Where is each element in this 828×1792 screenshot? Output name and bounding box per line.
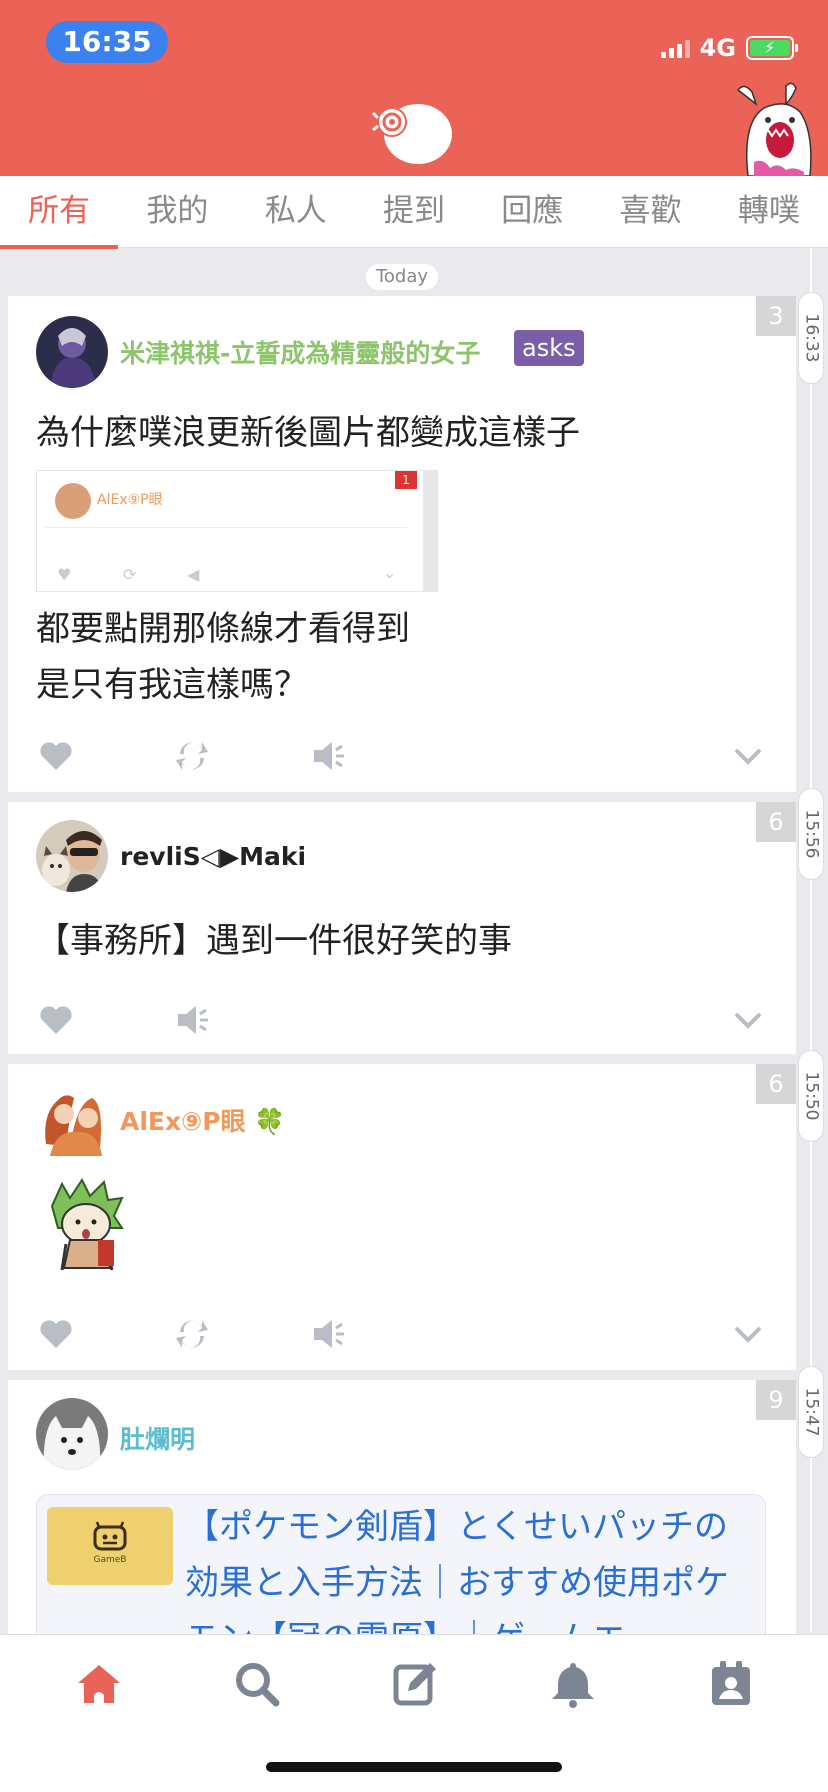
status-indicators: 4G ⚡ xyxy=(660,34,798,62)
chevron-down-icon[interactable] xyxy=(728,1314,768,1354)
plurk-content: 【事務所】遇到一件很好笑的事 xyxy=(36,921,512,961)
heart-icon[interactable] xyxy=(36,736,76,776)
mute-icon[interactable] xyxy=(308,736,348,776)
author-name[interactable]: 米津祺祺-立誓成為精靈般的女子 xyxy=(120,334,480,370)
plurk-logo-icon[interactable] xyxy=(372,98,454,168)
response-count-badge[interactable]: 6 xyxy=(756,1064,796,1104)
plurk-actions xyxy=(36,1314,768,1354)
scrollbar xyxy=(423,471,437,591)
mute-icon[interactable] xyxy=(172,1000,212,1040)
response-count-badge[interactable]: 3 xyxy=(756,296,796,336)
search-icon[interactable] xyxy=(232,1659,282,1709)
link-preview[interactable]: GameB 【ポケモン剣盾】とくせいパッチの効果と入手方法｜おすすめ使用ポケモン… xyxy=(36,1494,766,1634)
battery-icon: ⚡ xyxy=(746,36,798,60)
heart-icon[interactable] xyxy=(36,1000,76,1040)
response-count-badge[interactable]: 9 xyxy=(756,1380,796,1420)
day-divider: Today xyxy=(366,264,438,290)
embedded-image[interactable]: AlEx⑨P眼 1 ♥ ⟳ ◀ ⌄ xyxy=(36,470,438,592)
chevron-down-icon[interactable] xyxy=(728,736,768,776)
mute-icon: ◀ xyxy=(187,565,200,584)
profile-icon[interactable] xyxy=(706,1659,756,1709)
response-count-badge[interactable]: 6 xyxy=(756,802,796,842)
heart-icon[interactable] xyxy=(36,1314,76,1354)
filter-tabs: 所有 我的 私人 提到 回應 喜歡 轉噗 xyxy=(0,176,828,249)
app-header: 16:35 4G ⚡ xyxy=(0,0,828,176)
heart-icon: ♥ xyxy=(57,565,72,584)
plurk-card[interactable]: 6 AlEx⑨P眼 🍀 xyxy=(8,1064,796,1370)
tab-mentions[interactable]: 提到 xyxy=(355,176,473,247)
link-thumbnail: GameB xyxy=(47,1507,173,1585)
avatar[interactable] xyxy=(36,820,108,892)
plurk-actions xyxy=(36,736,768,776)
author-name: AlEx⑨P眼 xyxy=(97,492,163,508)
plurk-card[interactable]: 6 revliS◁▶Maki 【事務所】遇到一件很好笑的事 xyxy=(8,802,796,1054)
network-label: 4G xyxy=(699,34,736,62)
tab-responses[interactable]: 回應 xyxy=(473,176,591,247)
tab-mine[interactable]: 我的 xyxy=(118,176,236,247)
avatar[interactable] xyxy=(36,1398,108,1470)
post-time: 15:47 xyxy=(798,1366,824,1458)
response-count-badge: 1 xyxy=(395,471,417,489)
plurk-content: 為什麼噗浪更新後圖片都變成這樣子 xyxy=(36,413,580,453)
link-title[interactable]: 【ポケモン剣盾】とくせいパッチの効果と入手方法｜おすすめ使用ポケモン【冠の雪原】… xyxy=(185,1499,757,1634)
game-logo-icon xyxy=(93,1521,127,1551)
post-time: 16:33 xyxy=(798,292,824,384)
plurk-card[interactable]: 9 肚爛明 GameB 【ポケモン剣盾】とくせいパッチの効果と入手方法｜おすすめ… xyxy=(8,1380,796,1634)
status-time: 16:35 xyxy=(46,21,168,63)
plurk-actions xyxy=(36,1000,768,1040)
plurk-content: 都要點開那條線才看得到 xyxy=(36,609,410,649)
author-name[interactable]: AlEx⑨P眼 🍀 xyxy=(120,1102,285,1138)
plurk-card[interactable]: 3 米津祺祺-立誓成為精靈般的女子 asks 為什麼噗浪更新後圖片都變成這樣子 … xyxy=(8,296,796,792)
signal-icon xyxy=(660,38,690,58)
plurk-content: 是只有我這樣嗎？ xyxy=(36,665,308,705)
replurk-icon[interactable] xyxy=(172,736,212,776)
avatar[interactable] xyxy=(36,316,108,388)
tab-likes[interactable]: 喜歡 xyxy=(591,176,709,247)
mascot-icon[interactable] xyxy=(734,82,814,176)
home-icon[interactable] xyxy=(74,1659,124,1709)
avatar xyxy=(55,483,91,519)
replurk-icon[interactable] xyxy=(172,1314,212,1354)
sticker-image[interactable] xyxy=(48,1178,126,1274)
tab-replurks[interactable]: 轉噗 xyxy=(710,176,828,247)
author-name[interactable]: 肚爛明 xyxy=(120,1420,195,1456)
tab-private[interactable]: 私人 xyxy=(237,176,355,247)
chevron-down-icon: ⌄ xyxy=(383,563,397,582)
qualifier-badge: asks xyxy=(514,330,584,366)
chevron-down-icon[interactable] xyxy=(728,1000,768,1040)
compose-icon[interactable] xyxy=(390,1659,440,1709)
home-indicator xyxy=(266,1762,562,1772)
post-time: 15:50 xyxy=(798,1050,824,1142)
post-time: 15:56 xyxy=(798,788,824,880)
tab-all[interactable]: 所有 xyxy=(0,176,119,249)
bell-icon[interactable] xyxy=(548,1659,598,1709)
replurk-icon: ⟳ xyxy=(123,565,137,584)
mute-icon[interactable] xyxy=(308,1314,348,1354)
avatar[interactable] xyxy=(36,1084,108,1156)
author-name[interactable]: revliS◁▶Maki xyxy=(120,842,306,871)
